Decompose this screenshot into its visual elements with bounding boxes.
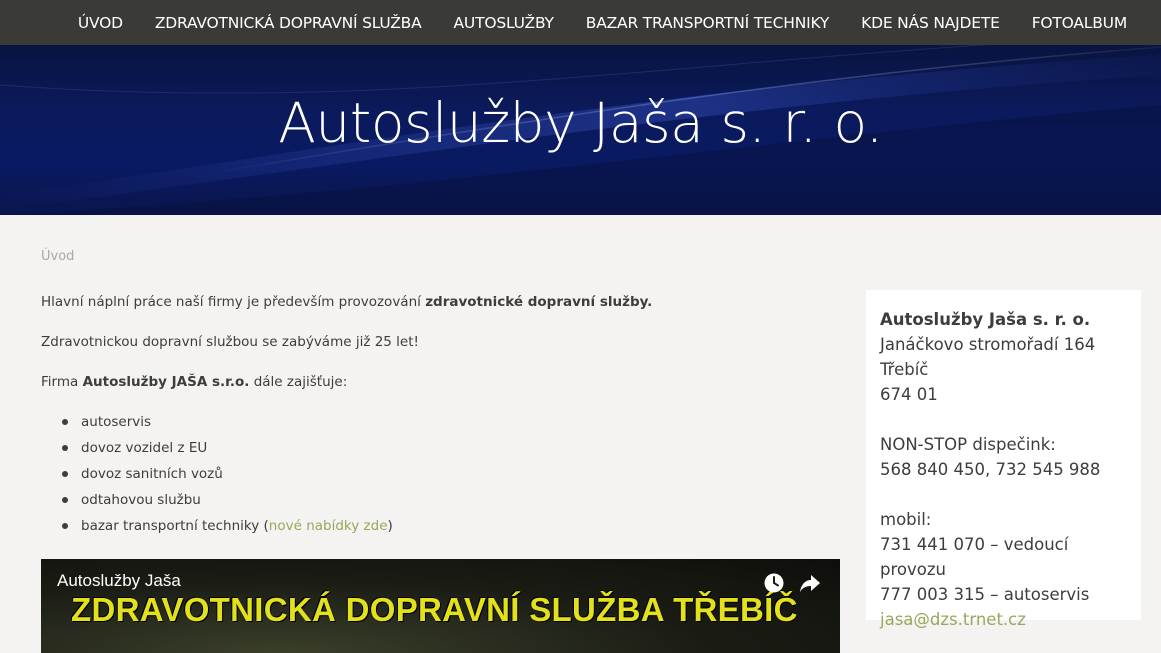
bullet-icon (62, 419, 68, 425)
services-intro-pre: Firma (41, 374, 83, 390)
dispatch-phones: 568 840 450, 732 545 988 (880, 460, 1101, 479)
new-offers-link[interactable]: nové nabídky zde (269, 518, 388, 534)
contact-street: Janáčkovo stromořadí 164 (880, 335, 1096, 354)
main-content: Hlavní náplní práce naší firmy je předev… (41, 292, 841, 542)
service-label: autoservis (81, 414, 152, 430)
share-icon[interactable] (799, 572, 821, 598)
nav-item-uvod[interactable]: ÚVOD (62, 14, 139, 32)
contact-card: Autoslužby Jaša s. r. o. Janáčkovo strom… (866, 290, 1141, 629)
video-title[interactable]: Autoslužby Jaša (57, 571, 181, 591)
list-item: odtahovou službu (41, 490, 841, 516)
contact-city: Třebíč (880, 360, 929, 379)
mobile-phone-1: 731 441 070 – vedoucí provozu (880, 535, 1069, 579)
services-list: autoservis dovoz vozidel z EU dovoz sani… (41, 412, 841, 542)
bullet-icon (62, 523, 68, 529)
bullet-icon (62, 445, 68, 451)
experience-paragraph: Zdravotnickou dopravní službou se zabývá… (41, 334, 419, 350)
intro-bold-text: zdravotnické dopravní služby. (425, 294, 653, 310)
services-intro-post: dále zajišťuje: (249, 374, 348, 390)
services-intro-paragraph: Firma Autoslužby JAŠA s.r.o. dále zajišť… (41, 372, 841, 392)
intro-text: Hlavní náplní práce naší firmy je předev… (41, 294, 426, 310)
list-item: bazar transportní techniky (nové nabídky… (41, 516, 841, 542)
list-item: dovoz vozidel z EU (41, 438, 841, 464)
service-label: dovoz sanitních vozů (81, 466, 223, 482)
watch-later-icon[interactable] (763, 572, 785, 598)
bullet-icon (62, 471, 68, 477)
service-label: odtahovou službu (81, 492, 201, 508)
mobile-phone-2: 777 003 315 – autoservis (880, 585, 1090, 604)
breadcrumb: Úvod (41, 249, 75, 264)
list-item: autoservis (41, 412, 841, 438)
company-name-bold: Autoslužby JAŠA s.r.o. (82, 374, 250, 390)
nav-item-zdravotnicka-dopravni-sluzba[interactable]: ZDRAVOTNICKÁ DOPRAVNÍ SLUŽBA (139, 14, 438, 32)
service-label-suffix: ) (387, 518, 393, 534)
service-label: dovoz vozidel z EU (81, 440, 208, 456)
contact-company-name: Autoslužby Jaša s. r. o. (880, 310, 1091, 329)
video-embed[interactable]: Autoslužby Jaša ZDRAVOTNICKÁ DOPRAVNÍ SL… (41, 559, 840, 653)
bullet-icon (62, 497, 68, 503)
intro-paragraph: Hlavní náplní práce naší firmy je předev… (41, 292, 841, 312)
list-item: dovoz sanitních vozů (41, 464, 841, 490)
dispatch-label: NON-STOP dispečink: (880, 435, 1056, 454)
page-title: Autoslužby Jaša s. r. o. (278, 91, 883, 155)
hero-banner: Autoslužby Jaša s. r. o. (0, 45, 1161, 215)
contact-zip: 674 01 (880, 385, 938, 404)
nav-item-fotoalbum[interactable]: FOTOALBUM (1016, 14, 1143, 32)
email-link[interactable]: jasa@dzs.trnet.cz (880, 610, 1026, 629)
mobile-label: mobil: (880, 510, 932, 529)
top-navigation: ÚVOD ZDRAVOTNICKÁ DOPRAVNÍ SLUŽBA AUTOSL… (0, 0, 1161, 45)
video-banner-text: ZDRAVOTNICKÁ DOPRAVNÍ SLUŽBA TŘEBÍČ (71, 591, 798, 628)
nav-item-autosluzby[interactable]: AUTOSLUŽBY (438, 14, 570, 32)
nav-item-kde-nas-najdete[interactable]: KDE NÁS NAJDETE (845, 14, 1016, 32)
nav-item-bazar[interactable]: BAZAR TRANSPORTNÍ TECHNIKY (570, 14, 845, 32)
service-label: bazar transportní techniky ( (81, 518, 269, 534)
